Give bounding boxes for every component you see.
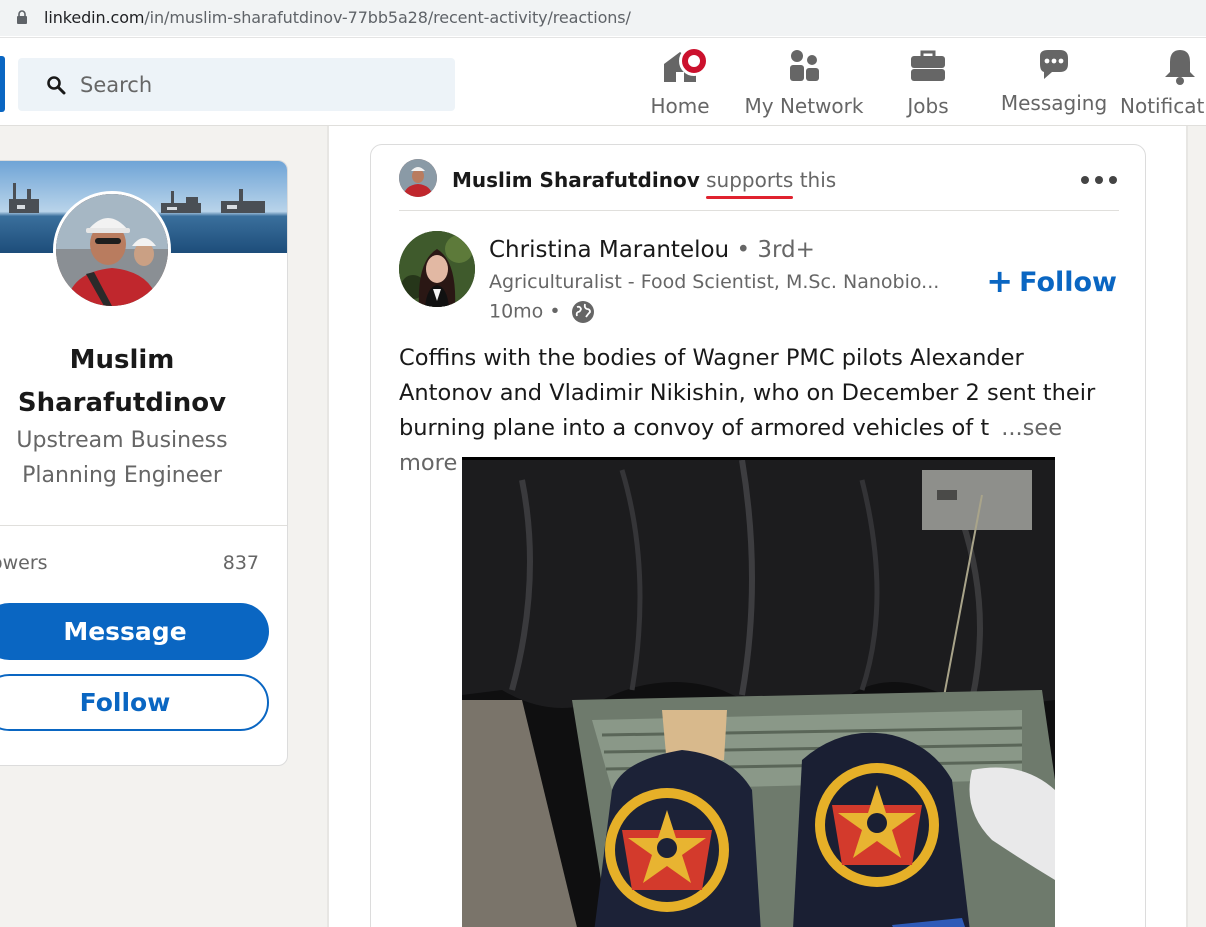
post-follow-label: Follow: [1019, 267, 1117, 298]
post-text-line1: Coffins with the bodies of Wagner PMC pi…: [399, 345, 1024, 371]
post-image[interactable]: [462, 457, 1055, 927]
followers-count: 837: [222, 552, 259, 574]
profile-avatar[interactable]: [53, 191, 171, 309]
globe-icon: [571, 301, 594, 323]
nav-my-network-label: My Network: [744, 94, 864, 118]
activity-actor[interactable]: Muslim Sharafutdinov: [452, 168, 700, 192]
post-time: 10mo •: [489, 300, 595, 324]
profile-headline: Upstream Business Planning Engineer: [1, 423, 243, 493]
nav-my-network[interactable]: My Network: [742, 46, 866, 126]
nav-home[interactable]: Home: [640, 46, 720, 126]
profile-card: Muslim Sharafutdinov Upstream Business P…: [0, 160, 288, 766]
profile-divider: [0, 525, 287, 526]
more-options-icon[interactable]: [1079, 173, 1119, 187]
post-text-line2: Antonov and Vladimir Nikishin, who on De…: [399, 380, 1096, 406]
nav-home-label: Home: [650, 94, 710, 118]
column-divider-right: [1186, 126, 1188, 927]
actor-avatar[interactable]: [399, 159, 437, 197]
nav-notifications[interactable]: Notificatio: [1118, 46, 1206, 126]
activity-text: Muslim Sharafutdinov supports this: [452, 168, 836, 192]
nav-messaging-label: Messaging: [1000, 91, 1108, 115]
plus-icon: +: [986, 262, 1014, 300]
url-text: linkedin.com/in/muslim-sharafutdinov-77b…: [44, 8, 631, 27]
message-button[interactable]: Message: [0, 603, 269, 660]
activity-verb: supports: [706, 168, 794, 192]
url-path: /in/muslim-sharafutdinov-77bb5a28/recent…: [144, 8, 631, 27]
network-icon: [790, 50, 819, 81]
search-box[interactable]: [18, 58, 455, 111]
post-card: Muslim Sharafutdinov supports this Chris…: [370, 144, 1146, 927]
lock-icon: [17, 10, 27, 24]
post-follow-button[interactable]: + Follow: [986, 261, 1117, 300]
notification-badge: [679, 46, 709, 76]
search-icon: [47, 76, 66, 95]
nav-jobs[interactable]: Jobs: [890, 46, 966, 126]
author-photo: [399, 231, 475, 307]
author-name[interactable]: Christina Marantelou: [489, 237, 729, 263]
search-input[interactable]: [80, 68, 440, 102]
followers-label[interactable]: owers: [0, 552, 48, 574]
author-headline: Agriculturalist - Food Scientist, M.Sc. …: [489, 271, 940, 293]
nav-messaging[interactable]: Messaging: [998, 46, 1110, 126]
chat-icon: [1040, 50, 1068, 79]
author-avatar[interactable]: [399, 231, 475, 307]
linkedin-logo[interactable]: [0, 56, 5, 112]
activity-header: Muslim Sharafutdinov supports this: [399, 159, 1119, 211]
top-nav: Home My Network Jobs Messaging: [0, 38, 1206, 126]
profile-follow-button[interactable]: Follow: [0, 674, 269, 731]
actor-photo: [399, 159, 437, 197]
column-divider-left: [327, 126, 329, 927]
profile-name-line1: Muslim: [69, 345, 175, 375]
url-host: linkedin.com: [44, 8, 145, 27]
bell-icon: [1165, 50, 1195, 85]
profile-name-line2: Sharafutdinov: [17, 388, 227, 418]
activity-divider: [399, 210, 1119, 211]
author-name-line: Christina Marantelou • 3rd+: [489, 237, 815, 263]
profile-name[interactable]: Muslim Sharafutdinov: [1, 339, 243, 425]
browser-address-bar[interactable]: linkedin.com/in/muslim-sharafutdinov-77b…: [0, 0, 1206, 38]
profile-photo: [56, 194, 168, 306]
briefcase-icon: [911, 50, 945, 81]
activity-suffix: this: [799, 168, 837, 192]
nav-jobs-label: Jobs: [907, 94, 949, 118]
url-field[interactable]: linkedin.com/in/muslim-sharafutdinov-77b…: [0, 0, 1206, 36]
nav-notifications-label: Notificatio: [1120, 94, 1206, 118]
connection-degree: • 3rd+: [736, 237, 815, 263]
post-time-text: 10mo •: [489, 300, 561, 323]
post-text-line3: burning plane into a convoy of armored v…: [399, 415, 990, 441]
post-photo: [462, 460, 1055, 927]
profile-headline-line2: Planning Engineer: [22, 463, 222, 488]
profile-headline-line1: Upstream Business: [16, 428, 228, 453]
